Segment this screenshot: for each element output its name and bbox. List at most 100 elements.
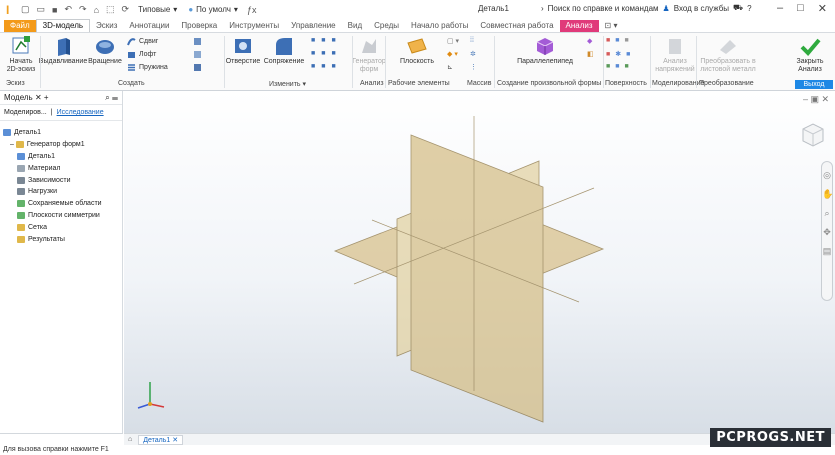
delete-face-icon[interactable]: ■ (321, 63, 325, 70)
tab-environments[interactable]: Среды (368, 20, 405, 32)
browser-tree-item[interactable]: Сетка (0, 221, 122, 233)
panel-label-modify[interactable]: Изменить ▾ (269, 80, 306, 88)
rib-button[interactable] (193, 37, 202, 46)
tab-manage[interactable]: Управление (285, 20, 341, 32)
update-icon[interactable]: ⟳ (120, 4, 132, 15)
trim-icon[interactable]: ■ (606, 51, 610, 58)
replace-face-icon[interactable]: ■ (311, 63, 315, 70)
tab-3d-model[interactable]: 3D-модель (35, 19, 91, 32)
stress-analysis-button[interactable]: Анализ напряжений (654, 35, 696, 74)
home-icon[interactable]: ⌂ (128, 436, 132, 443)
coil-button[interactable]: Пружина (127, 63, 168, 72)
browser-tree-item[interactable]: Нагрузки (0, 186, 122, 198)
save-icon[interactable]: ■ (50, 5, 59, 15)
tab-collaborate[interactable]: Совместная работа (474, 20, 559, 32)
signin-button[interactable]: Вход в службы (674, 4, 729, 13)
minimize-icon[interactable]: – (777, 2, 783, 15)
shell-icon[interactable]: ■ (321, 37, 325, 44)
box-button[interactable]: Параллелепипед (510, 35, 580, 66)
browser-tree-item[interactable]: Зависимости (0, 174, 122, 186)
undo-icon[interactable]: ↶ (62, 4, 74, 15)
rectangular-pattern-button[interactable]: ⁞⁞ (470, 37, 474, 44)
extend-icon[interactable]: ✱ (615, 50, 621, 58)
browser-footer (0, 433, 123, 445)
convert-sheet-metal-button[interactable]: Преобразовать в листовой металл (696, 35, 760, 74)
chamfer-icon[interactable]: ■ (311, 37, 315, 44)
browser-tree-item[interactable]: Материал (0, 162, 122, 174)
tab-annotate[interactable]: Аннотации (123, 20, 175, 32)
start-sketch-button[interactable]: Начать 2D-эскиз (6, 35, 36, 74)
derive-button[interactable] (193, 63, 202, 72)
select-icon[interactable]: ⬚ (104, 4, 117, 15)
tab-view[interactable]: Вид (342, 20, 368, 32)
repair-icon[interactable]: ■ (615, 63, 619, 70)
revolve-button[interactable]: Вращение (86, 35, 124, 66)
draft-icon[interactable]: ■ (331, 37, 335, 44)
combine-icon[interactable]: ■ (321, 50, 325, 57)
patch-icon[interactable]: ■ (624, 37, 628, 44)
help-search[interactable]: › Поиск по справке и командам ♟ Вход в с… (541, 3, 752, 13)
browser-tree-item[interactable]: Сохраняемые области (0, 198, 122, 210)
browser-tree-item[interactable]: Деталь1 (0, 127, 122, 139)
emboss-button[interactable] (193, 50, 202, 59)
app-logo-icon[interactable]: I (6, 3, 16, 17)
fillet-button[interactable]: Сопряжение (261, 35, 307, 66)
home-icon[interactable]: ⌂ (92, 5, 101, 15)
fx-icon[interactable]: ƒx (245, 5, 259, 15)
tab-analysis[interactable]: Анализ (559, 20, 599, 32)
redo-icon[interactable]: ↷ (77, 4, 89, 15)
open-icon[interactable]: ▭ (35, 4, 48, 15)
thicken-icon[interactable]: ■ (331, 50, 335, 57)
material-dropdown[interactable]: ● По умолч ▾ (184, 5, 242, 14)
help-button[interactable]: ? (747, 4, 751, 13)
convert-icon[interactable]: ◧ (587, 50, 594, 58)
close-icon[interactable]: ✕ (818, 2, 827, 15)
axis-button[interactable]: ▢ ▾ (447, 37, 459, 45)
cart-icon[interactable]: ⛟ (733, 3, 743, 13)
face-icon[interactable]: ◆ (587, 37, 592, 45)
search-input[interactable]: Поиск по справке и командам (548, 4, 659, 13)
split-icon[interactable]: ■ (311, 50, 315, 57)
sculpt-icon[interactable]: ■ (615, 37, 619, 44)
tab-inspect[interactable]: Проверка (175, 20, 223, 32)
tab-tools[interactable]: Инструменты (223, 20, 285, 32)
menu-icon[interactable]: ☰ (112, 93, 118, 102)
hole-button[interactable]: Отверстие (226, 35, 260, 66)
stitch-icon[interactable]: ■ (606, 37, 610, 44)
tab-get-started[interactable]: Начало работы (405, 20, 474, 32)
circular-pattern-button[interactable]: ✲ (470, 50, 476, 58)
tab-sketch[interactable]: Эскиз (90, 20, 123, 32)
plane-button[interactable]: Плоскость (397, 35, 437, 66)
ruled-icon[interactable]: ■ (606, 63, 610, 70)
browser-tree-item[interactable]: Плоскости симметрии (0, 210, 122, 222)
quick-select-dropdown[interactable]: Типовые ▾ (134, 5, 181, 14)
document-tab[interactable]: Деталь1 ✕ (138, 434, 184, 445)
fit-icon[interactable]: ■ (624, 63, 628, 70)
tab-file[interactable]: Файл (4, 20, 36, 32)
sweep-button[interactable]: Сдвиг (127, 37, 158, 46)
browser-tree-item[interactable]: Результаты (0, 233, 122, 245)
browser-tree-item[interactable]: Деталь1 (0, 151, 122, 163)
collapse-icon[interactable]: – (10, 141, 14, 148)
shape-generator-button[interactable]: Генератор форм (352, 35, 386, 74)
ribbon-options-icon[interactable]: ⊡ ▾ (599, 20, 624, 32)
point-button[interactable]: ◆ ▾ (447, 50, 458, 58)
tree-node-icon (17, 152, 25, 160)
graphics-viewport[interactable]: – ▣ ✕ ◎ ✋ ⌕ ✥ ▤ (124, 91, 835, 433)
ucs-button[interactable]: ⊾ (447, 63, 453, 71)
boundary-icon[interactable]: ■ (626, 51, 630, 58)
close-icon[interactable]: ✕ (172, 437, 178, 444)
mode-modeling[interactable]: Моделиров... (4, 109, 47, 116)
search-icon[interactable]: ⌕ (105, 93, 109, 102)
extrude-button[interactable]: Выдавливание (39, 35, 87, 66)
new-icon[interactable]: ▢ (19, 4, 32, 15)
loft-button[interactable]: Лофт (127, 50, 156, 59)
mode-explore[interactable]: Исследование (57, 109, 104, 116)
close-icon[interactable]: ✕ (35, 93, 42, 102)
direct-edit-icon[interactable]: ■ (331, 63, 335, 70)
close-analysis-button[interactable]: Закрыть Анализ (790, 35, 830, 74)
mirror-button[interactable]: ⋮ (470, 63, 477, 71)
browser-tree-item[interactable]: – Генератор форм1 (0, 139, 122, 151)
add-icon[interactable]: + (44, 93, 49, 102)
maximize-icon[interactable]: □ (797, 2, 804, 15)
